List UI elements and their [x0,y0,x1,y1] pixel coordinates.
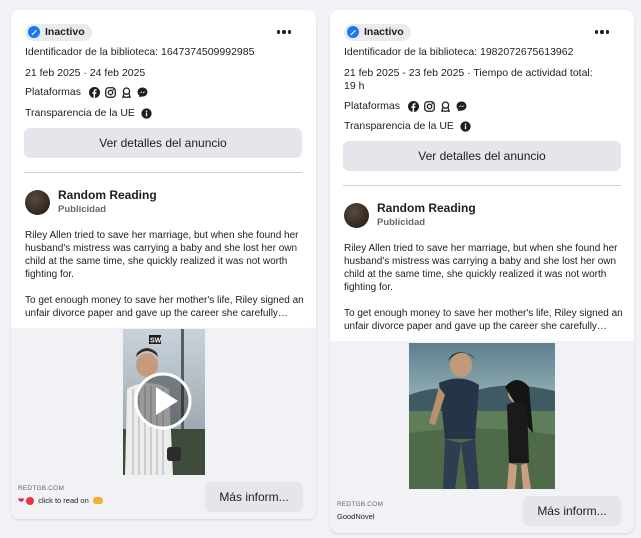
avatar[interactable] [344,202,369,228]
eu-transparency-row: Transparencia de la UE [344,119,471,133]
footer-caption-text: click to read on [38,496,89,505]
ad-footer: REDTGB.COM ❤ click to read on Más inform… [11,475,316,519]
info-icon[interactable] [460,120,471,132]
messenger-icon [137,87,148,97]
ad-body-text: Riley Allen tried to save her marriage, … [344,242,626,346]
heart-face-emoji-icon [26,496,35,505]
instagram-icon [424,100,435,112]
view-ad-details-button[interactable]: Ver detalles del anuncio [343,141,621,171]
ad-card-1: Inactivo Identificador de la biblioteca:… [11,10,316,519]
audience-network-icon [122,86,131,98]
advertiser-header: Random Reading Publicidad [25,188,157,216]
learn-more-button[interactable]: Más inform... [205,482,303,512]
more-options-icon[interactable] [592,24,612,40]
ad-body-paragraph-2: To get enough money to save her mother's… [344,308,623,332]
divider [343,185,621,186]
ad-media-area: SW [11,328,316,475]
pointing-hand-emoji-icon [92,497,103,504]
messenger-icon [456,101,467,111]
footer-source: REDTGB.COM [18,485,65,492]
footer-source: REDTGB.COM [337,501,384,508]
ad-body-paragraph-1: Riley Allen tried to save her marriage, … [344,243,618,293]
run-dates: 21 feb 2025 · 24 feb 2025 [25,67,146,79]
status-row: Inactivo [25,23,92,41]
info-icon[interactable] [141,107,152,119]
svg-text:SW: SW [150,338,162,345]
learn-more-button[interactable]: Más inform... [523,496,621,526]
instagram-icon [105,86,116,98]
advertiser-name[interactable]: Random Reading [58,188,157,203]
advertiser-header: Random Reading Publicidad [344,201,476,229]
library-id: Identificador de la biblioteca: 19820726… [344,46,574,58]
ad-media-area [330,341,634,489]
ad-card-2: Inactivo Identificador de la biblioteca:… [330,10,634,533]
ad-image[interactable] [409,343,555,489]
eu-transparency-label: Transparencia de la UE [25,107,135,119]
sponsored-label: Publicidad [377,217,426,228]
divider [24,172,302,173]
platforms-label: Plataformas [344,100,401,112]
audience-network-icon [441,100,450,112]
footer-caption: ❤ click to read on [18,496,103,505]
heart-emoji-icon: ❤ [18,496,25,505]
status-badge: Inactivo [25,23,92,41]
footer-caption: GoodNovel [337,512,375,521]
ad-footer: REDTGB.COM GoodNovel Más inform... [330,489,634,533]
play-icon[interactable] [134,372,192,430]
status-row: Inactivo [344,23,411,41]
avatar[interactable] [25,189,50,215]
view-ad-details-button[interactable]: Ver detalles del anuncio [24,128,302,158]
library-id: Identificador de la biblioteca: 16473745… [25,46,255,58]
advertiser-name[interactable]: Random Reading [377,201,476,216]
eu-transparency-label: Transparencia de la UE [344,120,454,132]
status-icon [28,26,40,38]
facebook-icon [89,86,101,98]
status-badge: Inactivo [344,23,411,41]
platforms-row: Plataformas [25,85,148,99]
ad-body-text: Riley Allen tried to save her marriage, … [25,229,307,333]
sponsored-label: Publicidad [58,204,107,215]
ad-body-paragraph-1: Riley Allen tried to save her marriage, … [25,230,299,280]
footer-caption-text: GoodNovel [337,512,375,521]
ad-body-paragraph-2: To get enough money to save her mother's… [25,295,304,319]
status-label: Inactivo [45,26,85,38]
platforms-label: Plataformas [25,86,82,98]
eu-transparency-row: Transparencia de la UE [25,106,152,120]
status-icon [347,26,359,38]
status-label: Inactivo [364,26,404,38]
facebook-icon [408,100,420,112]
platforms-row: Plataformas [344,99,467,113]
ad-video-thumbnail[interactable]: SW [123,329,205,475]
run-dates: 21 feb 2025 - 23 feb 2025 · Tiempo de ac… [344,67,593,79]
run-duration: 19 h [344,80,365,92]
more-options-icon[interactable] [274,24,294,40]
